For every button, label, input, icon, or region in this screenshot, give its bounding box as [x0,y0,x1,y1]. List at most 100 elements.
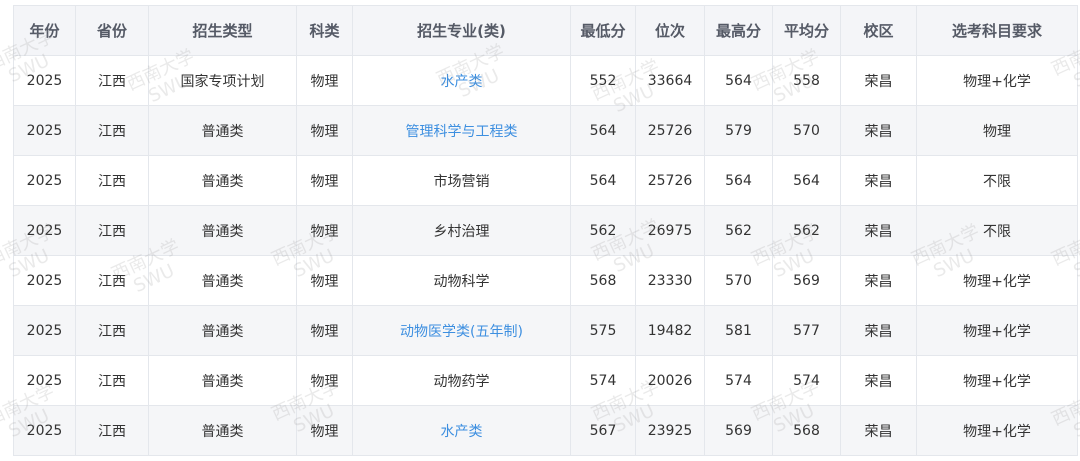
cell-subject-requirement: 物理+化学 [916,305,1078,356]
cell-avg-score: 577 [772,305,841,356]
cell-year: 2025 [13,55,76,106]
table-row: 2025 江西 普通类 物理 动物医学类(五年制) 575 19482 581 577 荣昌 物理+… [13,305,1078,356]
cell-campus: 荣昌 [840,105,917,156]
major-link[interactable]: 水产类 [441,424,483,440]
cell-major[interactable]: 管理科学与工程类 [352,105,571,156]
cell-rank: 23925 [635,405,705,456]
major-label: 乡村治理 [433,223,490,240]
major-label: 动物科学 [433,273,490,290]
cell-major[interactable]: 动物医学类(五年制) [352,305,571,356]
cell-admission-type: 普通类 [148,355,297,406]
cell-subject-requirement: 物理+化学 [916,255,1078,306]
cell-admission-type: 普通类 [148,255,297,306]
cell-max-score: 569 [704,405,773,456]
cell-campus: 荣昌 [840,55,917,106]
table-row: 2025 江西 普通类 物理 管理科学与工程类 564 25726 579 570 荣昌 物理 [13,105,1078,156]
cell-campus: 荣昌 [840,405,917,456]
cell-min-score: 568 [570,255,636,306]
cell-category: 物理 [296,155,353,206]
table-row: 2025 江西 普通类 物理 乡村治理 562 26975 562 562 荣昌 不限 [13,205,1078,256]
cell-province: 江西 [75,55,149,106]
cell-rank: 20026 [635,355,705,406]
cell-admission-type: 普通类 [148,405,297,456]
cell-min-score: 564 [570,105,636,156]
header-year: 年份 [13,5,76,56]
major-link[interactable]: 水产类 [441,74,483,90]
cell-category: 物理 [296,255,353,306]
header-max-score: 最高分 [704,5,773,56]
admission-score-table: 年份 省份 招生类型 科类 招生专业(类) 最低分 位次 最高分 平均分 校区 … [13,5,1078,456]
cell-year: 2025 [13,155,76,206]
major-link[interactable]: 管理科学与工程类 [406,124,518,140]
table-row: 2025 江西 普通类 物理 水产类 567 23925 569 568 荣昌 物理+化学 [13,405,1078,456]
table-row: 2025 江西 国家专项计划 物理 水产类 552 33664 564 558 荣昌 物理+化学 [13,55,1078,106]
cell-min-score: 552 [570,55,636,106]
cell-min-score: 574 [570,355,636,406]
cell-province: 江西 [75,355,149,406]
header-rank: 位次 [635,5,705,56]
cell-year: 2025 [13,205,76,256]
cell-max-score: 570 [704,255,773,306]
cell-min-score: 575 [570,305,636,356]
header-major: 招生专业(类) [352,5,571,56]
cell-admission-type: 普通类 [148,155,297,206]
cell-province: 江西 [75,255,149,306]
cell-year: 2025 [13,105,76,156]
major-link[interactable]: 动物医学类(五年制) [400,324,523,340]
cell-subject-requirement: 物理 [916,105,1078,156]
cell-year: 2025 [13,305,76,356]
header-category: 科类 [296,5,353,56]
cell-province: 江西 [75,205,149,256]
cell-year: 2025 [13,405,76,456]
cell-avg-score: 558 [772,55,841,106]
major-label: 动物药学 [433,373,490,390]
cell-category: 物理 [296,55,353,106]
table-row: 2025 江西 普通类 物理 动物科学 568 23330 570 569 荣昌 物理+化学 [13,255,1078,306]
cell-max-score: 574 [704,355,773,406]
cell-campus: 荣昌 [840,255,917,306]
cell-min-score: 562 [570,205,636,256]
cell-category: 物理 [296,105,353,156]
cell-category: 物理 [296,405,353,456]
cell-major: 市场营销 [352,155,571,206]
cell-province: 江西 [75,155,149,206]
cell-rank: 26975 [635,205,705,256]
cell-category: 物理 [296,205,353,256]
header-subject-requirement: 选考科目要求 [916,5,1078,56]
cell-rank: 25726 [635,155,705,206]
cell-campus: 荣昌 [840,205,917,256]
admission-score-panel: 年份 省份 招生类型 科类 招生专业(类) 最低分 位次 最高分 平均分 校区 … [0,0,1080,461]
cell-major[interactable]: 水产类 [352,55,571,106]
major-label: 市场营销 [433,173,490,190]
cell-subject-requirement: 物理+化学 [916,355,1078,406]
cell-rank: 33664 [635,55,705,106]
cell-subject-requirement: 不限 [916,155,1078,206]
cell-avg-score: 574 [772,355,841,406]
cell-max-score: 564 [704,155,773,206]
cell-major: 动物科学 [352,255,571,306]
cell-max-score: 579 [704,105,773,156]
cell-campus: 荣昌 [840,155,917,206]
cell-min-score: 567 [570,405,636,456]
cell-category: 物理 [296,355,353,406]
header-avg-score: 平均分 [772,5,841,56]
header-admission-type: 招生类型 [148,5,297,56]
cell-province: 江西 [75,405,149,456]
cell-category: 物理 [296,305,353,356]
cell-admission-type: 国家专项计划 [148,55,297,106]
cell-major: 动物药学 [352,355,571,406]
cell-province: 江西 [75,305,149,356]
cell-rank: 19482 [635,305,705,356]
cell-max-score: 581 [704,305,773,356]
cell-max-score: 562 [704,205,773,256]
cell-major[interactable]: 水产类 [352,405,571,456]
cell-avg-score: 568 [772,405,841,456]
cell-province: 江西 [75,105,149,156]
table-row: 2025 江西 普通类 物理 动物药学 574 20026 574 574 荣昌 物理+化学 [13,355,1078,406]
cell-avg-score: 569 [772,255,841,306]
cell-major: 乡村治理 [352,205,571,256]
cell-min-score: 564 [570,155,636,206]
cell-admission-type: 普通类 [148,105,297,156]
cell-avg-score: 564 [772,155,841,206]
cell-admission-type: 普通类 [148,305,297,356]
